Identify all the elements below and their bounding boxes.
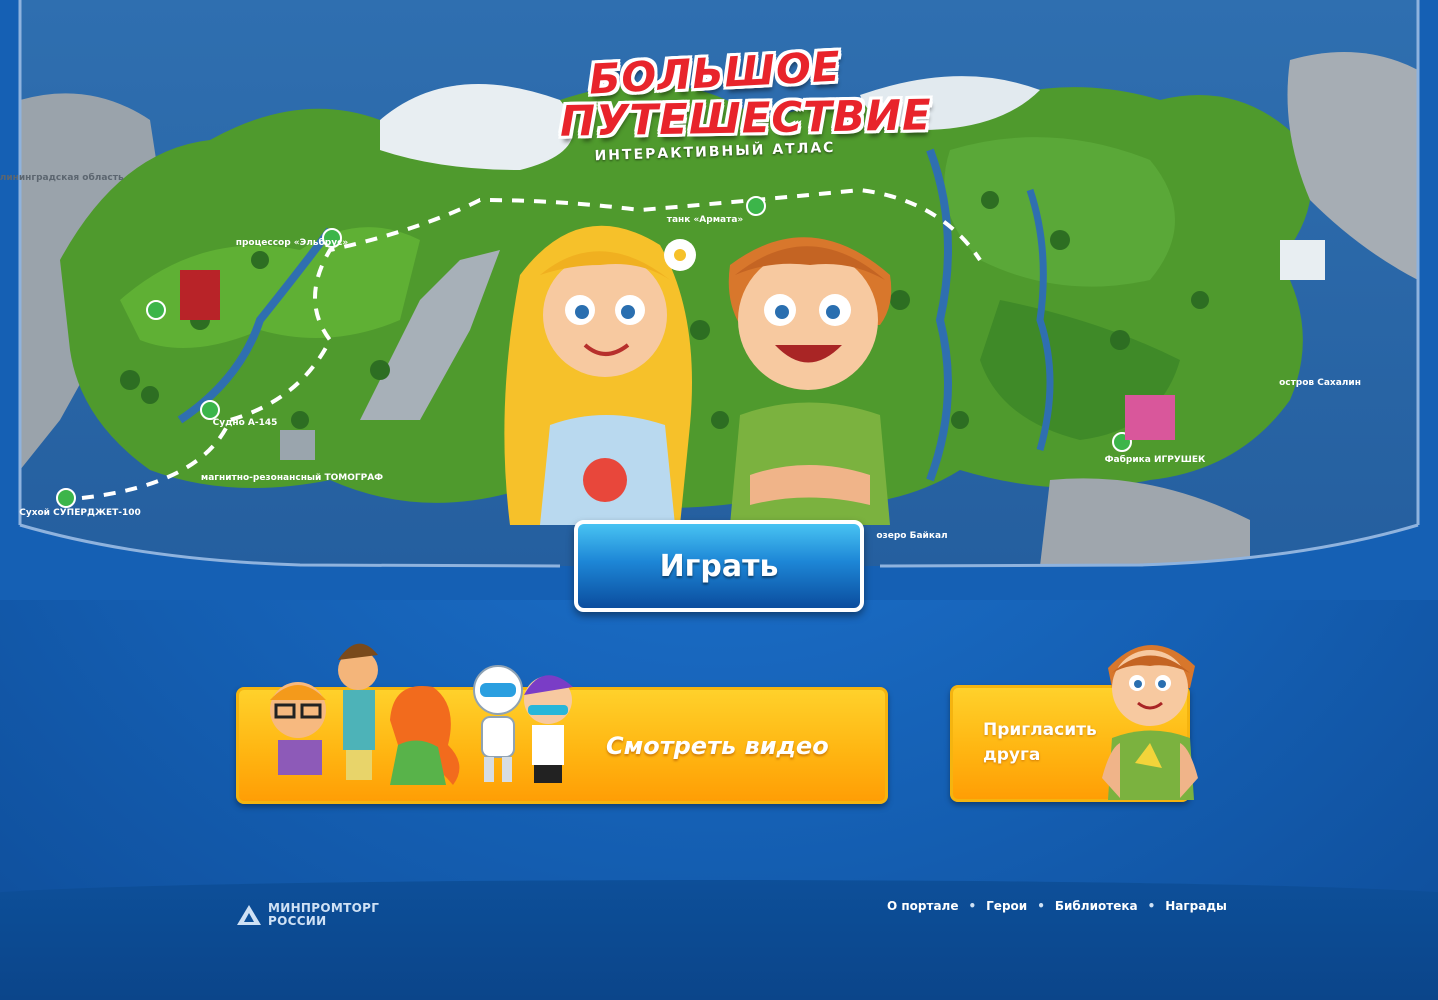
footer-background	[0, 880, 1438, 1000]
map-label-region: Калининградская область	[0, 172, 124, 183]
logo-title-line2: ПУТЕШЕСТВИЕ	[559, 90, 933, 146]
site-logo: БОЛЬШОЕ ПУТЕШЕСТВИЕ ИНТЕРАКТИВНЫЙ АТЛАС	[559, 42, 933, 185]
map-label-sakhalin: остров Сахалин	[1279, 378, 1361, 388]
ministry-name-line2: РОССИИ	[268, 914, 327, 928]
invite-friend-label: Пригласить друга	[983, 720, 1097, 765]
footer-separator: •	[1147, 899, 1156, 913]
footer-link-library[interactable]: Библиотека	[1055, 899, 1138, 913]
play-button-label: Играть	[659, 548, 779, 584]
characters-group-illustration	[258, 625, 588, 805]
play-button[interactable]: Играть	[574, 520, 864, 612]
heroes-illustration	[490, 205, 920, 545]
footer-separator: •	[1037, 899, 1045, 913]
footer-link-awards[interactable]: Награды	[1165, 899, 1227, 913]
ministry-emblem-icon	[237, 905, 261, 925]
map-label-toys: Фабрика ИГРУШЕК	[1105, 454, 1206, 465]
footer-nav: О портале • Герои • Библиотека • Награды	[887, 899, 1227, 913]
boy-character-illustration	[1090, 628, 1210, 808]
footer-separator: •	[968, 899, 977, 913]
watch-video-label: Смотреть видео	[606, 732, 829, 760]
map-label-superjet: Сухой СУПЕРДЖЕТ-100	[19, 508, 141, 518]
map-label-elbrus: процессор «Эльбрус»	[236, 237, 349, 248]
map-label-tomograf: магнитно-резонансный ТОМОГРАФ	[201, 473, 383, 483]
footer: МИНПРОМТОРГ РОССИИ О портале • Герои • Б…	[0, 880, 1438, 1000]
footer-link-heroes[interactable]: Герои	[986, 899, 1027, 913]
map-label-sudno: Судно А-145	[213, 418, 278, 428]
ministry-logo[interactable]: МИНПРОМТОРГ РОССИИ	[236, 902, 379, 928]
footer-link-about[interactable]: О портале	[887, 899, 958, 913]
